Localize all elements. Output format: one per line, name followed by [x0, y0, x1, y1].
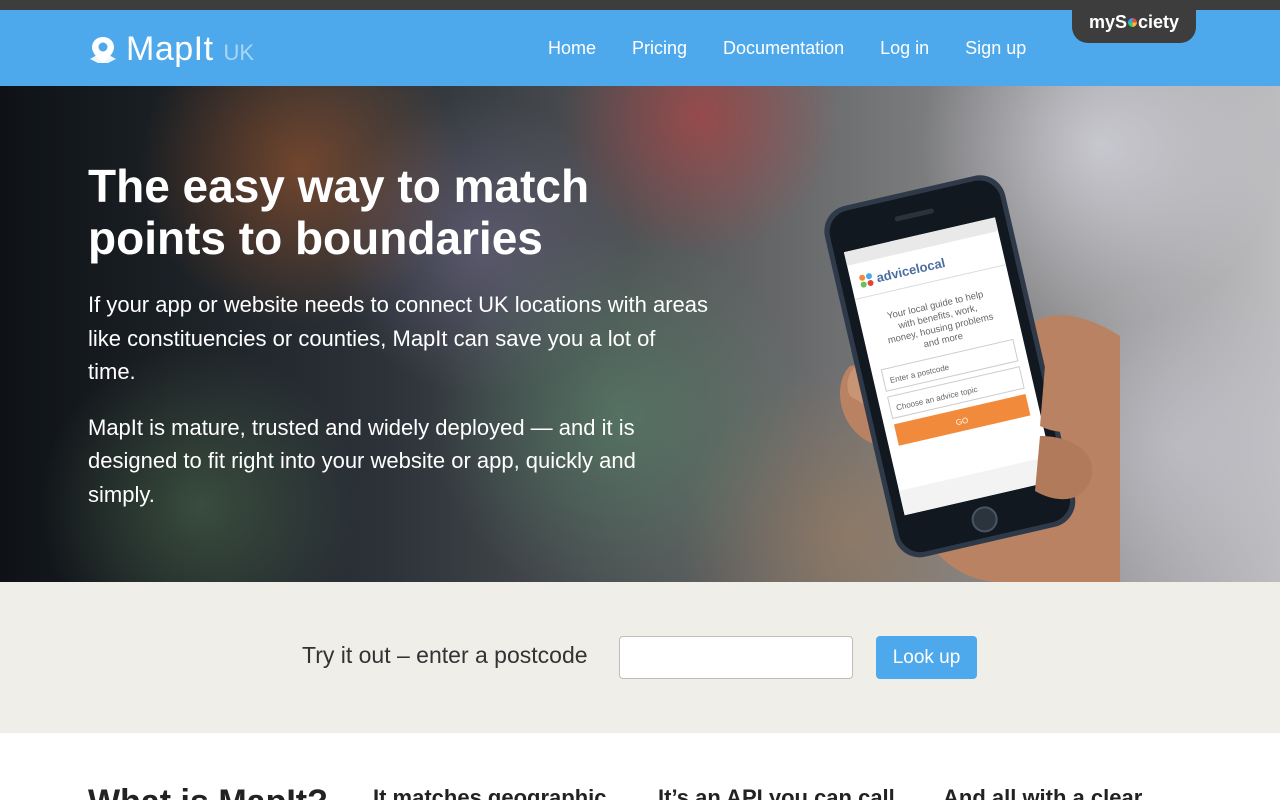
nav-login[interactable]: Log in — [880, 38, 929, 59]
nav-signup[interactable]: Sign up — [965, 38, 1026, 59]
feature-heading-api: It’s an API you can call — [658, 785, 895, 800]
mysociety-label-start: myS — [1088, 11, 1127, 32]
mapit-logo[interactable]: MapIt UK — [88, 30, 254, 69]
brand-name: MapIt — [126, 30, 214, 68]
hero-title-line-1: The easy way to match — [88, 160, 590, 212]
main-nav: Home Pricing Documentation Log in Sign u… — [530, 10, 1044, 86]
brand-country: UK — [223, 39, 255, 65]
features-section: What is MapIt? It matches geographic It’… — [0, 733, 1280, 800]
hero-title: The easy way to match points to boundari… — [88, 160, 708, 264]
hero-text: The easy way to match points to boundari… — [88, 160, 708, 533]
hero-title-line-2: points to boundaries — [88, 212, 543, 264]
map-pin-icon — [90, 36, 116, 63]
lookup-button[interactable]: Look up — [876, 636, 977, 679]
mysociety-dot-icon — [1128, 17, 1137, 27]
feature-heading-matches: It matches geographic — [373, 785, 607, 800]
try-it-section: Try it out – enter a postcode Look up — [0, 582, 1280, 733]
nav-pricing[interactable]: Pricing — [632, 38, 687, 59]
feature-heading-clear: And all with a clear — [943, 785, 1143, 800]
nav-home[interactable]: Home — [548, 38, 596, 59]
try-it-label: Try it out – enter a postcode — [302, 642, 588, 668]
nav-documentation[interactable]: Documentation — [723, 38, 844, 59]
mysociety-link[interactable]: myS ciety — [1072, 0, 1196, 43]
phone-in-hand-image: advicelocal Your local guide to help wit… — [824, 175, 1120, 582]
mysociety-label-end: ciety — [1138, 11, 1180, 32]
postcode-input[interactable] — [619, 636, 853, 679]
hero-detail-paragraph: MapIt is mature, trusted and widely depl… — [88, 414, 636, 507]
hero-section: The easy way to match points to boundari… — [0, 86, 1280, 582]
hero-intro-paragraph: If your app or website needs to connect … — [88, 292, 709, 384]
feature-heading-what: What is MapIt? — [88, 783, 328, 800]
